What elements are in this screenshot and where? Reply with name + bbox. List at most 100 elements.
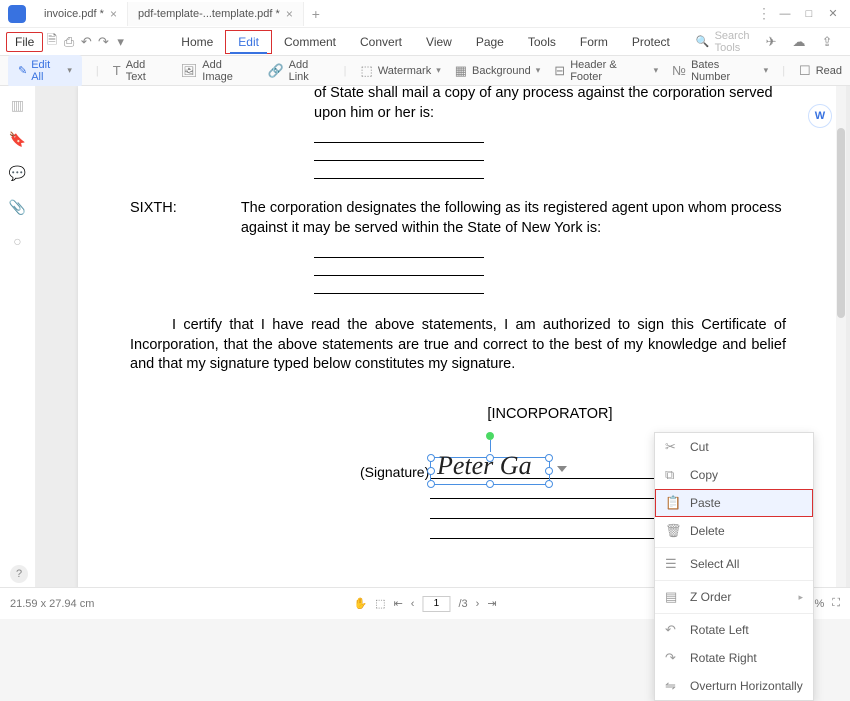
- search-placeholder: Search Tools: [715, 30, 760, 54]
- ctx-rotate-left[interactable]: ↶Rotate Left: [655, 616, 813, 644]
- attachments-icon[interactable]: 📎: [9, 198, 27, 216]
- cut-icon: ✂: [665, 439, 680, 455]
- cloud-icon[interactable]: ☁: [788, 31, 810, 53]
- tab-label: invoice.pdf *: [44, 8, 104, 20]
- fullscreen-icon[interactable]: ⛶: [832, 597, 840, 610]
- paste-icon: 📋: [665, 495, 680, 511]
- tab-comment[interactable]: Comment: [272, 31, 348, 53]
- resize-handle[interactable]: [427, 454, 435, 462]
- edit-all-button[interactable]: ✎ Edit All ▾: [8, 55, 82, 87]
- thumbnails-icon[interactable]: ▥: [9, 96, 27, 114]
- background-button[interactable]: ▦Background▾: [455, 63, 541, 79]
- titlebar: invoice.pdf * × pdf-template-...template…: [0, 0, 850, 28]
- header-footer-button[interactable]: ⊟Header & Footer▾: [554, 59, 658, 83]
- file-menu-button[interactable]: File: [6, 32, 43, 52]
- signature-block: (Signature) Peter Ga: [430, 463, 690, 539]
- ctx-overturn[interactable]: ⇋Overturn Horizontally: [655, 672, 813, 700]
- menu-tabs: Home Edit Comment Convert View Page Tool…: [169, 30, 682, 54]
- read-button[interactable]: ☐Read: [799, 63, 842, 79]
- ctx-delete[interactable]: 🗑Delete: [655, 517, 813, 545]
- app-icon: [8, 5, 26, 23]
- resize-handle[interactable]: [427, 467, 435, 475]
- dropdown-icon[interactable]: ▾: [112, 31, 129, 53]
- tab-invoice[interactable]: invoice.pdf * ×: [34, 2, 128, 26]
- watermark-icon: ⬚: [361, 63, 373, 79]
- background-icon: ▦: [455, 63, 467, 79]
- ctx-paste[interactable]: 📋Paste: [655, 489, 813, 517]
- search-panel-icon[interactable]: ○: [9, 232, 27, 250]
- tab-view[interactable]: View: [414, 31, 464, 53]
- resize-handle[interactable]: [486, 480, 494, 488]
- search-tools[interactable]: 🔍 Search Tools: [696, 30, 760, 54]
- sixth-label: SIXTH:: [130, 199, 241, 238]
- maximize-button[interactable]: □: [798, 4, 820, 24]
- ctx-rotate-right[interactable]: ↷Rotate Right: [655, 644, 813, 672]
- resize-handle[interactable]: [545, 480, 553, 488]
- dropdown-icon[interactable]: [557, 466, 567, 472]
- first-page-icon[interactable]: ⇤: [394, 597, 403, 610]
- main-toolbar: File 🗎 ⎙ ↶ ↷ ▾ Home Edit Comment Convert…: [0, 28, 850, 56]
- resize-handle[interactable]: [486, 454, 494, 462]
- tab-tools[interactable]: Tools: [516, 31, 568, 53]
- sixth-row: SIXTH: The corporation designates the fo…: [130, 199, 786, 238]
- redo-icon[interactable]: ↷: [95, 31, 112, 53]
- selection-box[interactable]: Peter Ga: [430, 457, 550, 485]
- tab-protect[interactable]: Protect: [620, 31, 682, 53]
- select-tool-icon[interactable]: ⬚: [375, 597, 385, 610]
- sixth-text: The corporation designates the following…: [241, 199, 786, 238]
- undo-icon[interactable]: ↶: [78, 31, 95, 53]
- blank-lines-2: [314, 244, 786, 294]
- resize-handle[interactable]: [545, 467, 553, 475]
- signature-text[interactable]: Peter Ga: [437, 448, 532, 483]
- print-icon[interactable]: ⎙: [61, 31, 78, 53]
- tab-page[interactable]: Page: [464, 31, 516, 53]
- resize-handle[interactable]: [427, 480, 435, 488]
- bates-number-button[interactable]: №Bates Number▾: [672, 59, 768, 83]
- word-badge-icon[interactable]: W: [808, 104, 832, 128]
- kebab-icon[interactable]: ⋮: [756, 5, 772, 22]
- comments-icon[interactable]: 💬: [9, 164, 27, 182]
- save-icon[interactable]: 🗎: [43, 31, 60, 53]
- edit-icon: ✎: [18, 64, 27, 77]
- image-icon: 🖼: [181, 63, 198, 79]
- tab-form[interactable]: Form: [568, 31, 620, 53]
- send-icon[interactable]: ✈: [760, 31, 782, 53]
- share-icon[interactable]: ⇪: [816, 31, 838, 53]
- hand-tool-icon[interactable]: ✋: [353, 597, 367, 610]
- help-button[interactable]: ?: [10, 565, 28, 583]
- edit-toolbar: ✎ Edit All ▾ | TAdd Text 🖼Add Image 🔗Add…: [0, 56, 850, 86]
- add-text-button[interactable]: TAdd Text: [113, 59, 167, 83]
- add-link-button[interactable]: 🔗Add Link: [267, 59, 329, 83]
- certification-text: I certify that I have read the above sta…: [130, 316, 786, 375]
- ctx-select-all[interactable]: ☰Select All: [655, 550, 813, 578]
- scroll-thumb[interactable]: [837, 128, 845, 318]
- watermark-button[interactable]: ⬚Watermark▾: [361, 63, 441, 79]
- bates-icon: №: [672, 63, 686, 78]
- page-total: /3: [458, 598, 467, 610]
- page-input[interactable]: [422, 596, 450, 612]
- new-tab-button[interactable]: +: [304, 6, 328, 22]
- add-image-button[interactable]: 🖼Add Image: [181, 59, 254, 83]
- delete-icon: 🗑: [665, 523, 680, 539]
- rotate-handle[interactable]: [486, 432, 494, 440]
- tab-template[interactable]: pdf-template-...template.pdf * ×: [128, 2, 304, 26]
- last-page-icon[interactable]: ⇥: [487, 597, 496, 610]
- blank-lines: [314, 129, 786, 179]
- minimize-button[interactable]: —: [774, 4, 796, 24]
- close-window-button[interactable]: ✕: [822, 4, 844, 24]
- close-icon[interactable]: ×: [110, 7, 117, 21]
- ctx-cut[interactable]: ✂Cut: [655, 433, 813, 461]
- doc-text: of State shall mail a copy of any proces…: [314, 86, 786, 123]
- tab-edit[interactable]: Edit: [225, 30, 272, 54]
- resize-handle[interactable]: [545, 454, 553, 462]
- prev-page-icon[interactable]: ‹: [411, 598, 415, 610]
- vertical-scrollbar[interactable]: [836, 86, 846, 587]
- tab-convert[interactable]: Convert: [348, 31, 414, 53]
- tab-home[interactable]: Home: [169, 31, 225, 53]
- bookmarks-icon[interactable]: 🔖: [9, 130, 27, 148]
- rotate-right-icon: ↷: [665, 650, 680, 666]
- ctx-z-order[interactable]: ▤Z Order▸: [655, 583, 813, 611]
- next-page-icon[interactable]: ›: [476, 598, 480, 610]
- ctx-copy[interactable]: ⧉Copy: [655, 461, 813, 489]
- close-icon[interactable]: ×: [286, 7, 293, 21]
